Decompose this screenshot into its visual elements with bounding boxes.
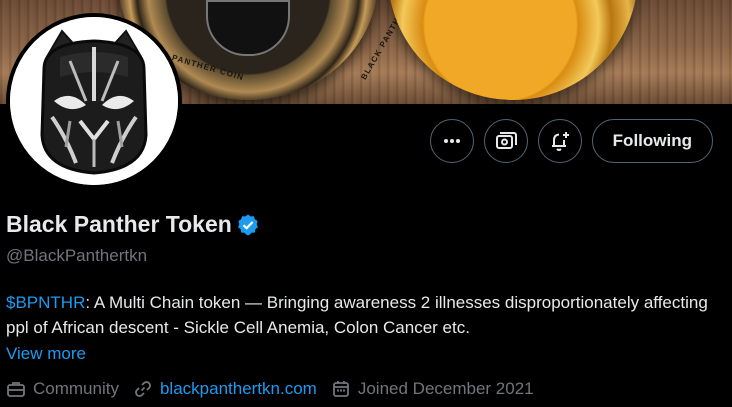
subscribe-button[interactable] — [483, 119, 528, 163]
meta-category-text: Community — [33, 379, 119, 398]
calendar-icon — [332, 381, 349, 397]
profile-handle: @BlackPanthertkn — [6, 246, 148, 265]
gold-coin-image — [388, 0, 638, 100]
meta-website[interactable]: blackpanthertkn.com — [133, 379, 317, 399]
profile-avatar[interactable] — [6, 13, 182, 189]
profile-name-row: Black Panther Token — [6, 211, 260, 238]
notifications-button[interactable] — [537, 119, 582, 163]
joined-date: Joined December 2021 — [357, 379, 534, 398]
website-link[interactable]: blackpanthertkn.com — [160, 379, 317, 399]
view-more-link[interactable]: View more — [6, 344, 86, 364]
display-name: Black Panther Token — [6, 211, 232, 237]
link-icon — [135, 381, 151, 397]
profile-actions: Following — [429, 119, 713, 163]
subscribe-icon — [495, 132, 517, 149]
more-horizontal-icon — [443, 139, 460, 143]
bio-cashtag-link[interactable]: $BPNTHR — [6, 293, 85, 312]
verified-badge-icon[interactable] — [236, 213, 260, 237]
more-button[interactable] — [429, 119, 474, 163]
bio-text: : A Multi Chain token — Bringing awarene… — [6, 293, 708, 337]
profile-meta: Community blackpanthertkn.com Joined Dec… — [6, 379, 548, 399]
meta-category: Community — [6, 379, 119, 399]
briefcase-icon — [7, 382, 25, 397]
panther-mask-image — [10, 17, 178, 185]
avatar-image — [10, 17, 178, 185]
meta-joined: Joined December 2021 — [331, 379, 534, 399]
following-button[interactable]: Following — [591, 119, 713, 163]
profile-bio: $BPNTHR: A Multi Chain token — Bringing … — [6, 290, 726, 340]
bell-plus-icon — [551, 132, 569, 151]
